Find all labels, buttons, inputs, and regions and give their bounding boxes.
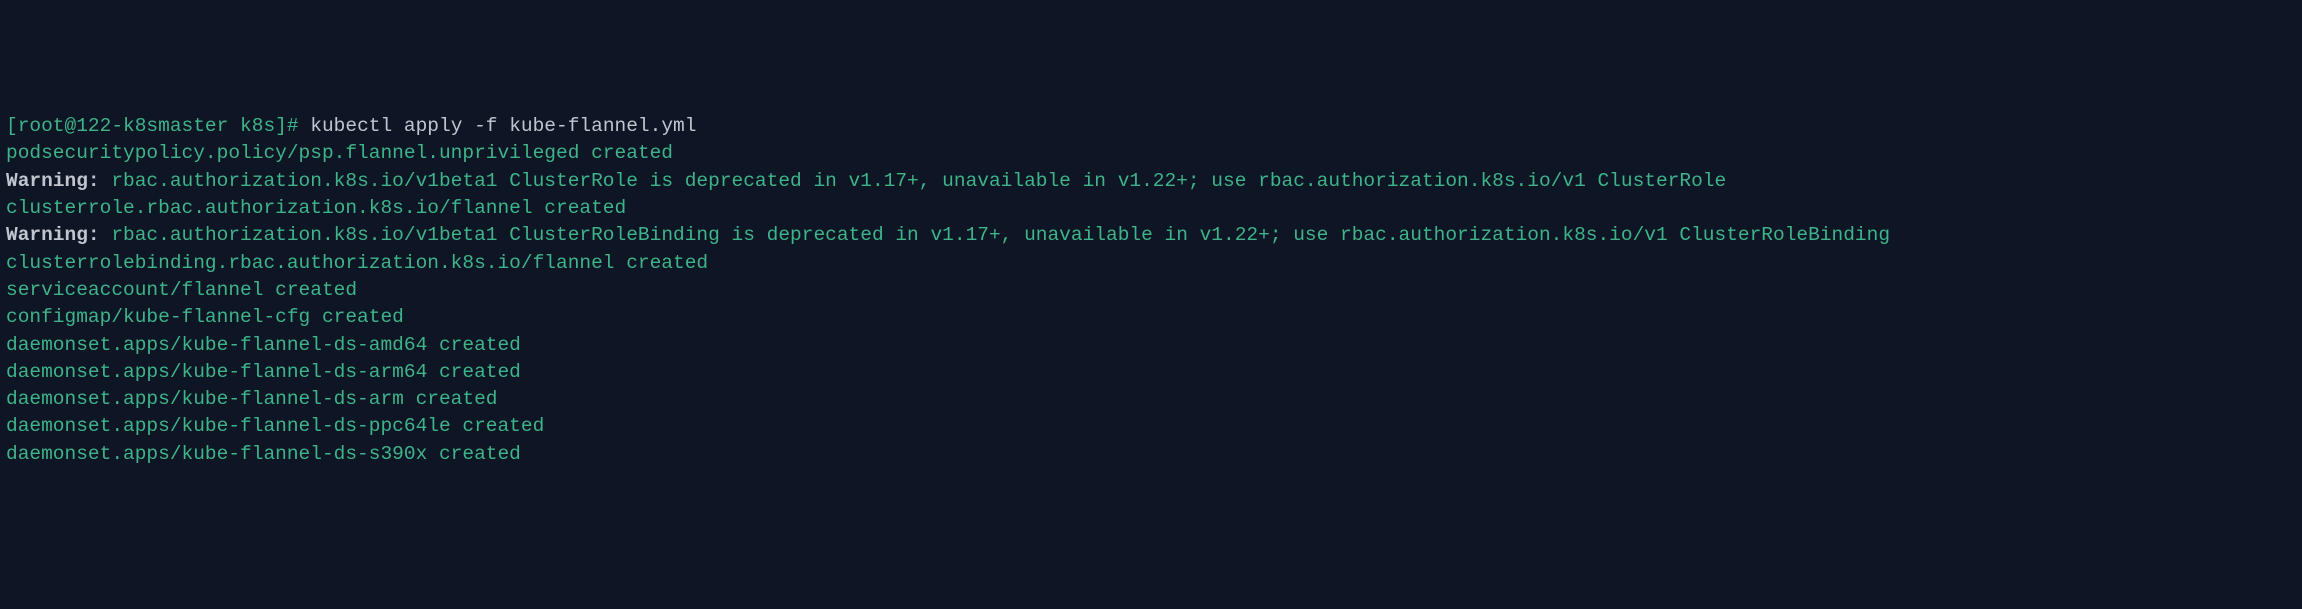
output-line: podsecuritypolicy.policy/psp.flannel.unp…: [6, 140, 2296, 167]
prompt-line: [root@122-k8smaster k8s]# kubectl apply …: [6, 113, 2296, 140]
output-line: daemonset.apps/kube-flannel-ds-ppc64le c…: [6, 413, 2296, 440]
terminal-output[interactable]: [root@122-k8smaster k8s]# kubectl apply …: [6, 113, 2296, 468]
output-line: daemonset.apps/kube-flannel-ds-arm creat…: [6, 386, 2296, 413]
output-line: configmap/kube-flannel-cfg created: [6, 304, 2296, 331]
warning-text: rbac.authorization.k8s.io/v1beta1 Cluste…: [111, 224, 1890, 246]
output-line: serviceaccount/flannel created: [6, 277, 2296, 304]
output-line: daemonset.apps/kube-flannel-ds-s390x cre…: [6, 441, 2296, 468]
prompt-open-bracket: [: [6, 115, 18, 137]
warning-label: Warning:: [6, 170, 111, 192]
warning-text: rbac.authorization.k8s.io/v1beta1 Cluste…: [111, 170, 1726, 192]
command-text: kubectl apply -f kube-flannel.yml: [310, 115, 696, 137]
warning-line: Warning: rbac.authorization.k8s.io/v1bet…: [6, 222, 2296, 249]
output-line: clusterrolebinding.rbac.authorization.k8…: [6, 250, 2296, 277]
prompt-user-host: root@122-k8smaster k8s: [18, 115, 275, 137]
output-line: daemonset.apps/kube-flannel-ds-amd64 cre…: [6, 332, 2296, 359]
prompt-close-bracket: ]#: [275, 115, 310, 137]
output-line: daemonset.apps/kube-flannel-ds-arm64 cre…: [6, 359, 2296, 386]
warning-line: Warning: rbac.authorization.k8s.io/v1bet…: [6, 168, 2296, 195]
output-line: clusterrole.rbac.authorization.k8s.io/fl…: [6, 195, 2296, 222]
warning-label: Warning:: [6, 224, 111, 246]
